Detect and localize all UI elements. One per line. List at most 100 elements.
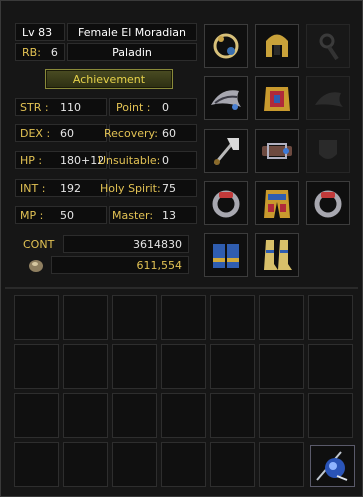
- inventory-slot[interactable]: [308, 295, 353, 340]
- unsuitable-value: 0: [162, 153, 169, 167]
- necklace-icon: [213, 33, 239, 59]
- weapon-icon: [213, 138, 239, 165]
- inventory-slot[interactable]: [210, 442, 255, 487]
- inventory-slot[interactable]: [210, 295, 255, 340]
- int-value: 192: [60, 181, 81, 195]
- inventory-slot[interactable]: [63, 442, 108, 487]
- inventory-slot[interactable]: [308, 393, 353, 438]
- class-text: Paladin: [112, 45, 152, 59]
- inventory-slot[interactable]: [112, 295, 157, 340]
- inventory-slot[interactable]: [112, 393, 157, 438]
- level-text: Lv 83: [22, 25, 53, 39]
- coins-value: 611,554: [136, 258, 183, 272]
- weapon-slot[interactable]: [204, 129, 248, 173]
- str-row: STR : 110: [15, 98, 107, 116]
- point-row: Point : 0: [109, 98, 197, 116]
- inventory-slot[interactable]: [308, 344, 353, 389]
- dex-label: DEX :: [20, 126, 51, 140]
- level-display: Lv 83: [15, 23, 65, 41]
- holy-spirit-value: 75: [162, 181, 176, 195]
- belt-slot[interactable]: [255, 129, 299, 173]
- shield-slot[interactable]: [306, 129, 350, 173]
- achievement-button[interactable]: Achievement: [45, 69, 173, 89]
- necklace-slot[interactable]: [204, 24, 248, 68]
- recovery-row: Recovery: 60: [104, 124, 197, 142]
- ring-icon: [212, 190, 240, 218]
- inventory-slot[interactable]: [259, 295, 304, 340]
- ring-right-slot[interactable]: [306, 181, 350, 225]
- inventory-slot[interactable]: [112, 442, 157, 487]
- helmet-slot[interactable]: [255, 24, 299, 68]
- character-name-text: Female El Moradian: [77, 25, 186, 39]
- quick-item-slot[interactable]: [310, 445, 355, 487]
- pauldron-ghost-slot[interactable]: [306, 76, 350, 120]
- inventory-slot[interactable]: [14, 295, 59, 340]
- inventory-slot[interactable]: [63, 295, 108, 340]
- gloves-slot[interactable]: [204, 233, 248, 277]
- unsuitable-row: Unsuitable: 0: [98, 151, 197, 169]
- mp-value: 50: [60, 208, 74, 222]
- rebirth-display: RB: 6: [15, 43, 65, 61]
- inventory-slot[interactable]: [259, 442, 304, 487]
- panel-divider: [5, 287, 358, 289]
- pants-icon: [264, 190, 290, 218]
- holy-spirit-label: Holy Spirit:: [100, 181, 161, 195]
- pants-slot[interactable]: [255, 181, 299, 225]
- earring-slot[interactable]: [306, 24, 350, 68]
- dex-row: DEX : 60: [15, 124, 107, 142]
- master-row: Master: 13: [109, 206, 197, 224]
- class-display: Paladin: [67, 43, 197, 61]
- inventory-slot[interactable]: [14, 344, 59, 389]
- inventory-slot[interactable]: [161, 344, 206, 389]
- inventory-slot[interactable]: [161, 295, 206, 340]
- character-panel: Lv 83 Female El Moradian RB: 6 Paladin A…: [0, 0, 363, 497]
- cont-label: CONT: [23, 238, 55, 251]
- pauldron-slot[interactable]: [204, 76, 248, 120]
- inventory-slot[interactable]: [63, 344, 108, 389]
- armor-slot[interactable]: [255, 76, 299, 120]
- inventory-slot[interactable]: [259, 344, 304, 389]
- int-row: INT : 192: [15, 179, 107, 197]
- shield-icon: [319, 140, 337, 159]
- rb-label: RB:: [22, 45, 41, 59]
- inventory-slot[interactable]: [210, 344, 255, 389]
- dex-value: 60: [60, 126, 74, 140]
- rb-value: 6: [50, 45, 58, 59]
- inventory-slot[interactable]: [112, 344, 157, 389]
- point-value: 0: [162, 100, 169, 114]
- character-name: Female El Moradian: [67, 23, 197, 41]
- hp-label: HP :: [20, 153, 43, 167]
- earring-icon: [319, 33, 339, 61]
- armor-icon: [264, 87, 290, 111]
- holy-spirit-row: Holy Spirit: 75: [100, 179, 197, 197]
- helmet-icon: [266, 34, 288, 57]
- inventory-slot[interactable]: [259, 393, 304, 438]
- boots-slot[interactable]: [255, 233, 299, 277]
- point-label: Point :: [116, 100, 151, 114]
- master-value: 13: [162, 208, 176, 222]
- belt-icon: [262, 143, 292, 159]
- str-value: 110: [60, 100, 81, 114]
- hp-row: HP : 180+12: [15, 151, 107, 169]
- inventory-slot[interactable]: [161, 442, 206, 487]
- inventory-slot[interactable]: [210, 393, 255, 438]
- mp-label: MP :: [20, 208, 44, 222]
- pauldron-icon: [211, 90, 241, 110]
- ring-icon: [314, 190, 342, 218]
- int-label: INT :: [20, 181, 46, 195]
- inventory-slot[interactable]: [63, 393, 108, 438]
- inventory-slot[interactable]: [14, 393, 59, 438]
- blue-pendant-icon: [316, 451, 348, 481]
- str-label: STR :: [20, 100, 49, 114]
- inventory-slot[interactable]: [161, 393, 206, 438]
- cont-value: 3614830: [133, 237, 182, 251]
- ring-left-slot[interactable]: [204, 181, 248, 225]
- mp-row: MP : 50: [15, 206, 107, 224]
- master-label: Master:: [112, 208, 154, 222]
- pauldron-outline-icon: [315, 92, 343, 107]
- inventory-slot[interactable]: [14, 442, 59, 487]
- cont-display: 3614830: [63, 235, 189, 253]
- gloves-icon: [213, 244, 239, 268]
- coins-display: 611,554: [51, 256, 189, 274]
- achievement-label: Achievement: [72, 72, 146, 86]
